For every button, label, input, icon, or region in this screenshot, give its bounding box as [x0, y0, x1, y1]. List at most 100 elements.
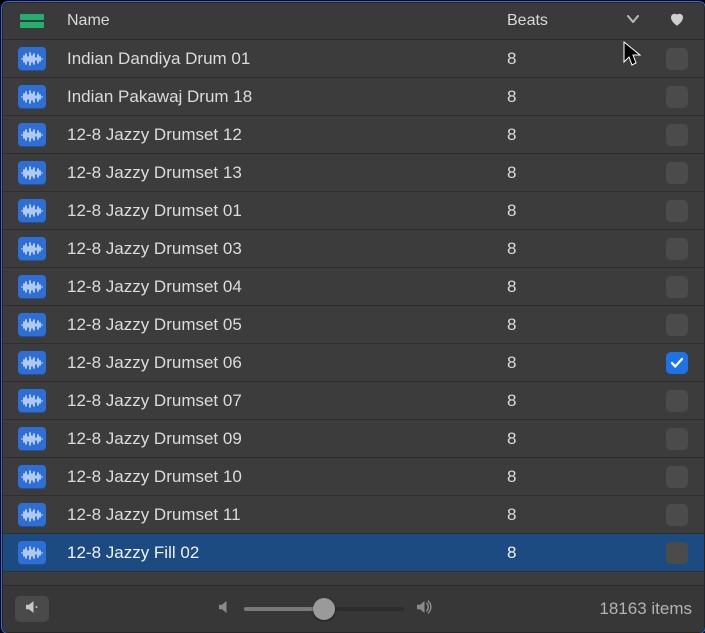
speaker-low-icon — [216, 598, 234, 621]
loop-row[interactable]: Indian Dandiya Drum 018 — [3, 40, 704, 78]
favorite-cell — [649, 124, 704, 146]
loop-row[interactable]: 12-8 Jazzy Drumset 048 — [3, 268, 704, 306]
favorite-checkbox[interactable] — [666, 238, 688, 260]
favorite-checkbox[interactable] — [666, 466, 688, 488]
audio-loop-icon — [18, 351, 46, 375]
loop-row[interactable]: 12-8 Jazzy Drumset 018 — [3, 192, 704, 230]
loop-beats-label: 8 — [507, 467, 617, 487]
heart-icon — [668, 10, 686, 33]
favorite-checkbox[interactable] — [666, 124, 688, 146]
loop-row[interactable]: 12-8 Jazzy Drumset 058 — [3, 306, 704, 344]
loop-name-label: Indian Pakawaj Drum 18 — [61, 87, 507, 107]
name-column-header[interactable]: Name — [61, 12, 507, 30]
loop-name-label: 12-8 Jazzy Drumset 09 — [61, 429, 507, 449]
audio-loop-icon — [18, 503, 46, 527]
favorite-cell — [649, 390, 704, 412]
loop-icon-cell — [3, 275, 61, 299]
loop-name-label: 12-8 Jazzy Drumset 06 — [61, 353, 507, 373]
audio-loop-icon — [18, 199, 46, 223]
loop-icon-cell — [3, 503, 61, 527]
favorite-checkbox[interactable] — [666, 276, 688, 298]
loop-row[interactable]: 12-8 Jazzy Drumset 078 — [3, 382, 704, 420]
loop-name-label: 12-8 Jazzy Drumset 10 — [61, 467, 507, 487]
loop-icon-cell — [3, 541, 61, 565]
view-mode-toggle[interactable] — [20, 14, 44, 28]
item-count-label: 18163 items — [599, 599, 692, 619]
loop-row[interactable]: 12-8 Jazzy Drumset 108 — [3, 458, 704, 496]
favorite-cell — [649, 48, 704, 70]
loop-beats-label: 8 — [507, 125, 617, 145]
loop-row[interactable]: Indian Pakawaj Drum 188 — [3, 78, 704, 116]
loop-row[interactable]: 12-8 Jazzy Drumset 128 — [3, 116, 704, 154]
loop-beats-label: 8 — [507, 391, 617, 411]
favorite-checkbox[interactable] — [666, 428, 688, 450]
beats-column-header[interactable]: Beats — [507, 12, 617, 30]
loop-name-label: 12-8 Jazzy Drumset 13 — [61, 163, 507, 183]
loop-name-label: 12-8 Jazzy Drumset 03 — [61, 239, 507, 259]
preview-speaker-button[interactable] — [15, 596, 49, 622]
loop-icon-cell — [3, 47, 61, 71]
speaker-high-icon — [414, 598, 432, 621]
volume-slider[interactable] — [244, 607, 404, 611]
volume-slider-thumb[interactable] — [313, 598, 335, 620]
favorite-cell — [649, 314, 704, 336]
favorite-cell — [649, 466, 704, 488]
favorite-cell — [649, 238, 704, 260]
loop-name-label: 12-8 Jazzy Drumset 12 — [61, 125, 507, 145]
loop-icon-cell — [3, 237, 61, 261]
favorite-column-header[interactable] — [649, 10, 704, 33]
loop-row[interactable]: 12-8 Jazzy Drumset 068 — [3, 344, 704, 382]
favorite-checkbox[interactable] — [666, 542, 688, 564]
loop-row[interactable]: 12-8 Jazzy Drumset 118 — [3, 496, 704, 534]
loop-icon-cell — [3, 351, 61, 375]
sort-direction-toggle[interactable] — [617, 12, 649, 31]
loop-name-label: Indian Dandiya Drum 01 — [61, 49, 507, 69]
loop-browser: Name Beats Indian Dandiya Drum 018Indian… — [2, 2, 705, 633]
loop-beats-label: 8 — [507, 353, 617, 373]
loop-beats-label: 8 — [507, 201, 617, 221]
view-switch-cell — [3, 14, 61, 28]
loop-row[interactable]: 12-8 Jazzy Drumset 038 — [3, 230, 704, 268]
loop-beats-label: 8 — [507, 429, 617, 449]
audio-loop-icon — [18, 161, 46, 185]
audio-loop-icon — [18, 313, 46, 337]
loop-icon-cell — [3, 389, 61, 413]
loop-beats-label: 8 — [507, 277, 617, 297]
chevron-down-icon — [626, 12, 640, 31]
column-header-row: Name Beats — [3, 3, 704, 40]
loop-icon-cell — [3, 465, 61, 489]
loop-beats-label: 8 — [507, 163, 617, 183]
loop-row[interactable]: 12-8 Jazzy Fill 028 — [3, 534, 704, 572]
loop-name-label: 12-8 Jazzy Drumset 05 — [61, 315, 507, 335]
loop-name-label: 12-8 Jazzy Fill 02 — [61, 543, 507, 563]
loop-name-label: 12-8 Jazzy Drumset 04 — [61, 277, 507, 297]
audio-loop-icon — [18, 465, 46, 489]
loop-name-label: 12-8 Jazzy Drumset 01 — [61, 201, 507, 221]
loop-row[interactable]: 12-8 Jazzy Drumset 098 — [3, 420, 704, 458]
loop-list: Indian Dandiya Drum 018Indian Pakawaj Dr… — [3, 40, 704, 585]
loop-row[interactable]: 12-8 Jazzy Drumset 138 — [3, 154, 704, 192]
favorite-checkbox[interactable] — [666, 352, 688, 374]
audio-loop-icon — [18, 85, 46, 109]
loop-icon-cell — [3, 199, 61, 223]
favorite-cell — [649, 200, 704, 222]
loop-icon-cell — [3, 161, 61, 185]
audio-loop-icon — [18, 541, 46, 565]
favorite-cell — [649, 504, 704, 526]
speaker-icon — [23, 598, 41, 621]
favorite-checkbox[interactable] — [666, 162, 688, 184]
favorite-checkbox[interactable] — [666, 314, 688, 336]
favorite-cell — [649, 542, 704, 564]
name-header-label: Name — [67, 12, 110, 29]
favorite-checkbox[interactable] — [666, 48, 688, 70]
loop-name-label: 12-8 Jazzy Drumset 11 — [61, 505, 507, 525]
favorite-checkbox[interactable] — [666, 504, 688, 526]
audio-loop-icon — [18, 47, 46, 71]
loop-icon-cell — [3, 85, 61, 109]
favorite-cell — [649, 276, 704, 298]
favorite-checkbox[interactable] — [666, 390, 688, 412]
loop-icon-cell — [3, 313, 61, 337]
favorite-checkbox[interactable] — [666, 86, 688, 108]
favorite-checkbox[interactable] — [666, 200, 688, 222]
loop-icon-cell — [3, 123, 61, 147]
